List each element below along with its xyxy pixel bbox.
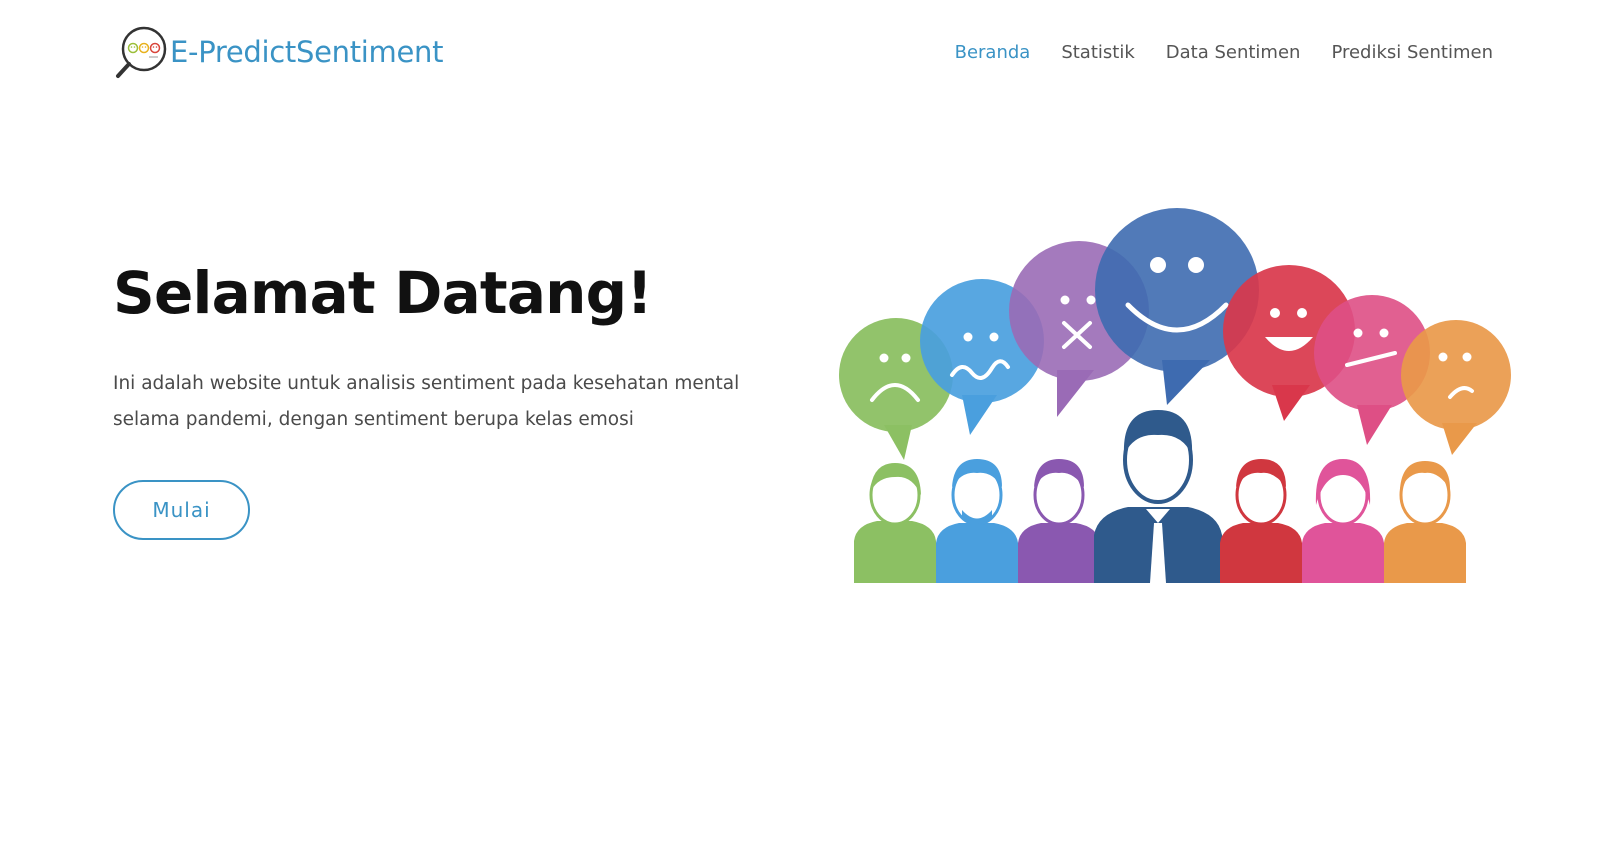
start-button[interactable]: Mulai	[113, 480, 250, 540]
brand-name: E-PredictSentiment	[170, 35, 444, 69]
hero-title: Selamat Datang!	[113, 259, 653, 327]
nav-beranda[interactable]: Beranda	[955, 42, 1031, 63]
person-icon	[854, 463, 936, 583]
person-icon	[1302, 459, 1384, 583]
magnifier-emoji-icon	[116, 26, 167, 78]
people-group	[854, 410, 1466, 583]
hero-illustration	[839, 208, 1511, 583]
nav-statistik[interactable]: Statistik	[1061, 42, 1134, 63]
site-header: E-PredictSentiment Beranda Statistik Dat…	[0, 0, 1621, 110]
worried-bubble-icon	[1401, 320, 1511, 455]
person-icon	[936, 459, 1018, 583]
hero-section: Selamat Datang! Ini adalah website untuk…	[113, 259, 793, 438]
brand-link[interactable]: E-PredictSentiment	[113, 24, 443, 80]
main-nav: Beranda Statistik Data Sentimen Prediksi…	[955, 42, 1493, 63]
person-icon	[1094, 410, 1222, 583]
person-icon	[1220, 459, 1302, 583]
nav-data-sentimen[interactable]: Data Sentimen	[1166, 42, 1301, 63]
hero-description: Ini adalah website untuk analisis sentim…	[113, 372, 740, 430]
person-icon	[1018, 459, 1100, 583]
nav-prediksi-sentimen[interactable]: Prediksi Sentimen	[1331, 42, 1493, 63]
person-icon	[1384, 461, 1466, 583]
